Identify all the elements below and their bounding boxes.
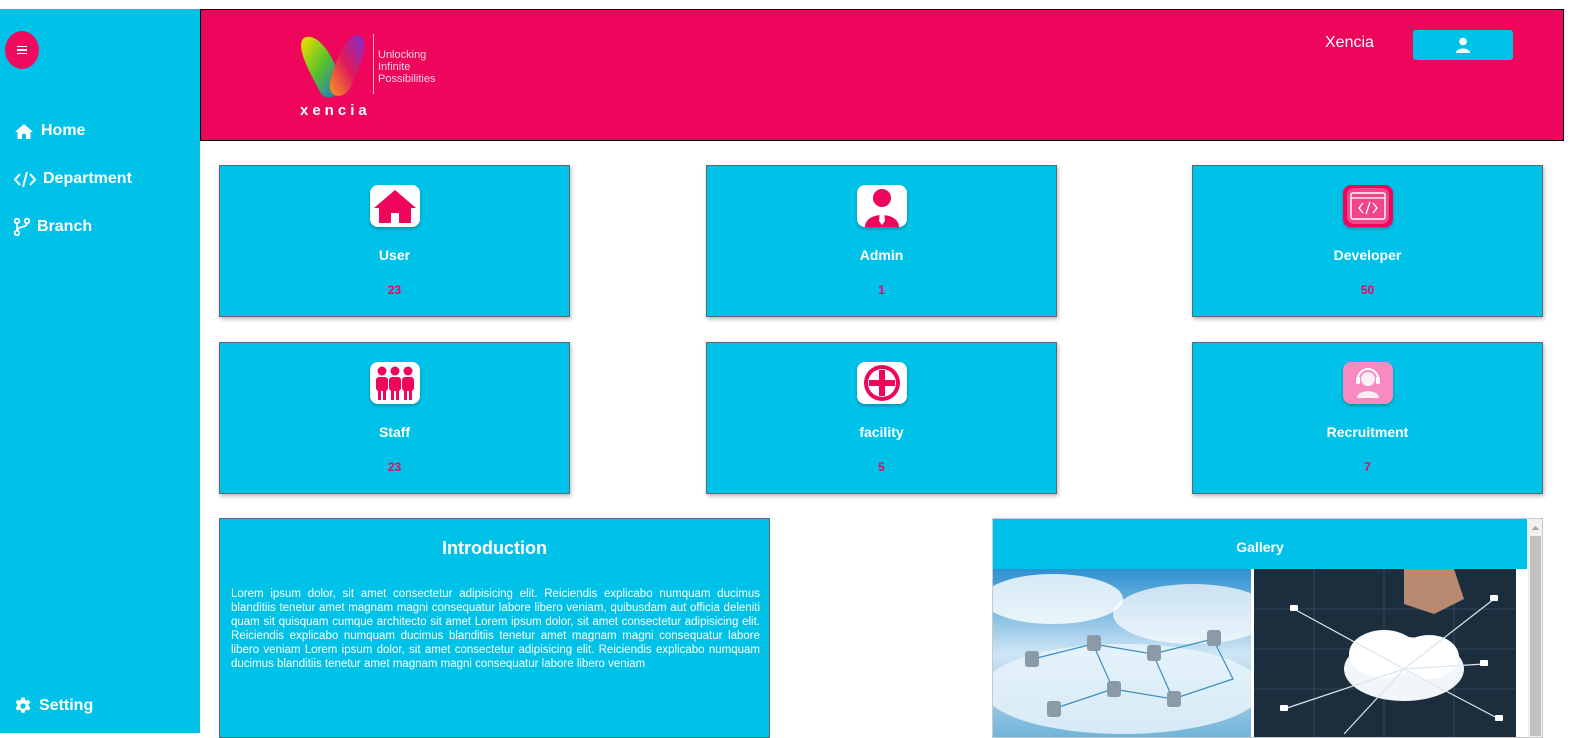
logo-tagline: Unlocking Infinite Possibilities bbox=[378, 49, 435, 85]
headset-support-icon bbox=[1343, 362, 1393, 404]
introduction-title: Introduction bbox=[442, 538, 547, 558]
user-icon bbox=[1456, 37, 1470, 53]
card-label: Staff bbox=[378, 424, 411, 440]
card-count: 23 bbox=[387, 460, 402, 474]
xencia-logo: Unlocking Infinite Possibilities xencia bbox=[300, 32, 450, 122]
sidebar-item-label: Setting bbox=[39, 697, 94, 714]
sidebar-item-department[interactable]: Department bbox=[14, 170, 132, 188]
code-window-icon bbox=[1343, 185, 1393, 227]
introduction-panel: Introduction Lorem ipsum dolor, sit amet… bbox=[219, 518, 770, 738]
tagline-line-1: Unlocking bbox=[378, 49, 427, 61]
card-count: 23 bbox=[387, 283, 402, 297]
xencia-logo-mark bbox=[301, 34, 364, 98]
sidebar-item-home[interactable]: Home bbox=[14, 122, 85, 140]
logo-wordmark: xencia bbox=[300, 102, 371, 119]
sidebar: Home Department Branch Setting bbox=[0, 9, 200, 733]
staff-card[interactable]: Staff 23 bbox=[219, 342, 570, 494]
card-label: Recruitment bbox=[1326, 424, 1409, 440]
scroll-up-arrow-icon[interactable] bbox=[1528, 521, 1542, 533]
user-profile-button[interactable] bbox=[1413, 30, 1513, 60]
sidebar-item-label: Home bbox=[41, 122, 86, 139]
code-icon bbox=[14, 171, 36, 187]
gallery-scrollbar[interactable] bbox=[1528, 519, 1542, 737]
header: Unlocking Infinite Possibilities xencia … bbox=[200, 9, 1564, 141]
card-label: Admin bbox=[859, 247, 904, 263]
introduction-text: Lorem ipsum dolor, sit amet consectetur … bbox=[231, 588, 760, 670]
card-label: User bbox=[378, 247, 411, 263]
sidebar-item-label: Branch bbox=[37, 218, 93, 235]
card-count: 7 bbox=[1364, 460, 1371, 474]
admin-card[interactable]: Admin 1 bbox=[706, 165, 1057, 317]
card-label: facility bbox=[859, 424, 904, 440]
people-group-icon bbox=[370, 362, 420, 404]
scrollbar-thumb[interactable] bbox=[1530, 536, 1541, 736]
branch-icon bbox=[14, 218, 30, 236]
cloud-hand-image bbox=[1254, 569, 1516, 737]
tagline-separator bbox=[373, 34, 374, 94]
tagline-line-2: Infinite bbox=[378, 61, 411, 73]
gallery-panel: Gallery bbox=[992, 518, 1543, 738]
developer-card[interactable]: Developer 50 bbox=[1192, 165, 1543, 317]
card-count: 1 bbox=[878, 283, 885, 297]
tagline-line-3: Possibilities bbox=[378, 73, 436, 85]
gallery-title: Gallery bbox=[993, 519, 1527, 569]
user-card[interactable]: User 23 bbox=[219, 165, 570, 317]
home-icon bbox=[15, 123, 33, 139]
top-strip bbox=[0, 0, 1572, 9]
medical-cross-icon bbox=[857, 362, 907, 404]
hamburger-icon[interactable] bbox=[5, 31, 39, 69]
gear-icon bbox=[15, 697, 31, 713]
facility-card[interactable]: facility 5 bbox=[706, 342, 1057, 494]
sidebar-item-setting[interactable]: Setting bbox=[14, 697, 93, 715]
recruitment-card[interactable]: Recruitment 7 bbox=[1192, 342, 1543, 494]
sidebar-item-branch[interactable]: Branch bbox=[14, 218, 92, 236]
sidebar-item-label: Department bbox=[43, 170, 132, 187]
house-icon bbox=[370, 185, 420, 227]
user-name: Xencia bbox=[1325, 34, 1374, 51]
admin-person-icon bbox=[857, 185, 907, 227]
cloud-network-image bbox=[993, 569, 1251, 737]
card-label: Developer bbox=[1333, 247, 1402, 263]
card-count: 5 bbox=[878, 460, 885, 474]
card-count: 50 bbox=[1360, 283, 1375, 297]
